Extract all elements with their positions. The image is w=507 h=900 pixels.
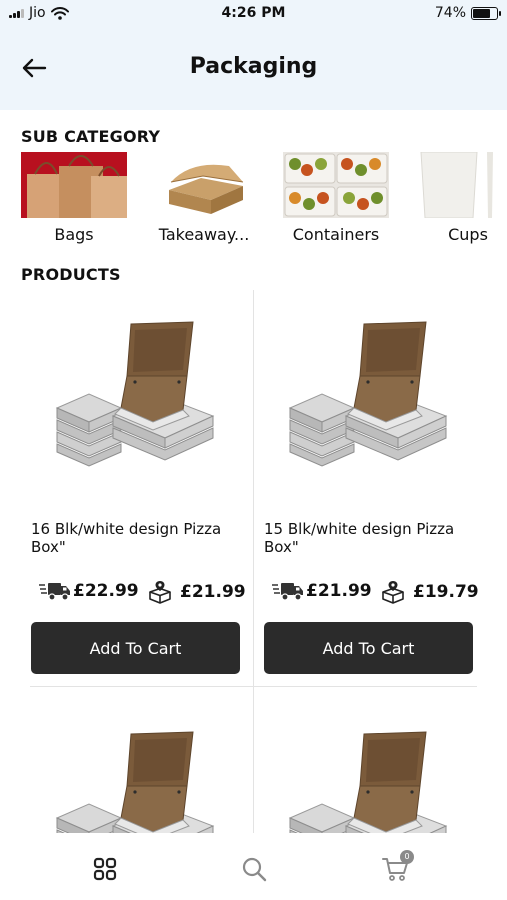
nav-categories[interactable] (85, 852, 125, 886)
divider (253, 290, 254, 833)
delivery-price: £21.99 (272, 580, 372, 602)
sub-category-heading: SUB CATEGORY (21, 127, 161, 146)
battery-icon (471, 6, 501, 20)
collection-price: £21.99 (148, 580, 246, 604)
status-bar: Jio 4:26 PM 74% (0, 0, 507, 30)
subcategory-label: Bags (54, 225, 94, 244)
bags-image (21, 152, 127, 218)
subcategory-cups[interactable]: Cups (413, 152, 507, 252)
cups-image (415, 152, 507, 218)
bottom-nav: 0 (0, 834, 507, 900)
page-title: Packaging (189, 54, 318, 79)
collection-box-icon (149, 581, 171, 604)
collection-box-icon (382, 581, 404, 604)
pizza-box-image (55, 731, 215, 833)
subcategory-bags[interactable]: Bags (19, 152, 129, 252)
delivery-price: £22.99 (39, 580, 139, 602)
delivery-truck-icon (272, 583, 303, 601)
grid-icon (93, 857, 117, 881)
nav-search[interactable] (234, 852, 274, 886)
pizza-box-image (55, 321, 215, 467)
add-to-cart-button[interactable]: Add To Cart (31, 622, 240, 674)
divider (30, 686, 477, 687)
nav-cart[interactable]: 0 (376, 850, 416, 886)
product-name: 15 Blk/white design Pizza Box" (264, 520, 455, 556)
cart-count-badge: 0 (400, 850, 414, 864)
add-to-cart-button[interactable]: Add To Cart (264, 622, 473, 674)
takeaway-box-image (151, 152, 257, 218)
delivery-truck-icon (39, 583, 70, 601)
subcategory-label: Takeaway... (158, 225, 250, 244)
subcategory-takeaway[interactable]: Takeaway... (149, 152, 259, 252)
pizza-box-image (288, 731, 448, 833)
products-heading: PRODUCTS (21, 265, 121, 284)
collection-price: £19.79 (381, 580, 479, 604)
subcategory-label: Cups (448, 225, 488, 244)
top-bar: Jio 4:26 PM 74% Packaging (0, 0, 507, 110)
pizza-box-image (288, 321, 448, 467)
clock: 4:26 PM (221, 5, 286, 21)
subcategory-label: Containers (292, 225, 380, 244)
product-grid[interactable]: 16 Blk/white design Pizza Box" £22.99 £2… (0, 290, 507, 833)
subcategory-containers[interactable]: Containers (281, 152, 391, 252)
search-icon (242, 857, 267, 882)
product-name: 16 Blk/white design Pizza Box" (31, 520, 222, 556)
containers-image (283, 152, 389, 218)
sub-category-list[interactable]: Bags Takeaway... Containers Cups (0, 152, 507, 252)
battery-percent: 74% (434, 5, 466, 21)
